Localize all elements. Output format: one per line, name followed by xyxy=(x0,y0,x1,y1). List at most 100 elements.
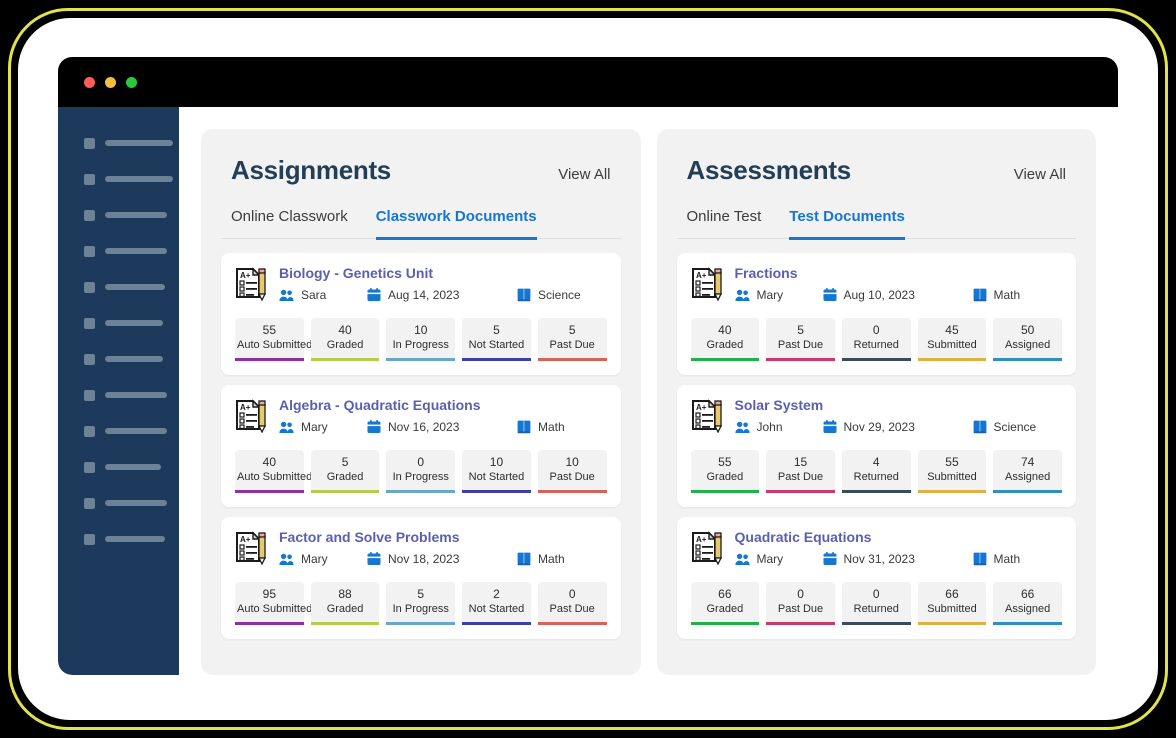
card-meta-row: Mary Nov 16, 2023 Math xyxy=(279,420,607,434)
sidebar-item-label-placeholder xyxy=(105,140,173,146)
people-icon xyxy=(279,421,294,433)
stat-value: 0 xyxy=(872,323,880,337)
svg-text:A+: A+ xyxy=(240,535,251,544)
view-all-link[interactable]: View All xyxy=(558,166,610,183)
stat-label: Submitted xyxy=(927,339,977,351)
stat-submitted: 45 Submitted xyxy=(917,318,987,361)
stat-label: Past Due xyxy=(777,339,824,351)
maximize-window-button[interactable] xyxy=(126,76,137,88)
card-header: A+ Quadratic Equations Mary Nov 31, 2023… xyxy=(691,529,1063,570)
sidebar-item-8[interactable] xyxy=(58,377,179,413)
view-all-link[interactable]: View All xyxy=(1014,166,1066,183)
sidebar-item-7[interactable] xyxy=(58,341,179,377)
sidebar-item-2[interactable] xyxy=(58,161,179,197)
tab-classwork-documents[interactable]: Classwork Documents xyxy=(375,208,537,240)
sidebar-item-5[interactable] xyxy=(58,269,179,305)
stat-value: 66 xyxy=(945,587,959,601)
stat-value: 0 xyxy=(797,587,804,601)
sidebar-item-icon xyxy=(84,353,95,365)
card-info: Biology - Genetics Unit Sara Aug 14, 202… xyxy=(279,265,607,306)
list-item[interactable]: A+ Solar System John Nov 29, 2023 Scienc… xyxy=(676,385,1076,507)
list-item[interactable]: A+ Fractions Mary Aug 10, 2023 Math 40 G… xyxy=(676,253,1076,375)
panel-assignments: Assignments View All Online Classwork Class… xyxy=(201,129,641,675)
subject-name: Math xyxy=(538,420,565,434)
card-header: A+ Biology - Genetics Unit Sara Aug 14, … xyxy=(235,265,607,306)
stat-value: 10 xyxy=(489,455,504,469)
stat-value: 0 xyxy=(872,587,880,601)
book-icon xyxy=(973,420,986,434)
stat-value: 10 xyxy=(414,323,428,337)
due-date: Nov 16, 2023 xyxy=(388,420,460,434)
stat-not-started: 2 Not Started xyxy=(462,582,531,625)
tab-online-test[interactable]: Online Test xyxy=(687,208,762,240)
stat-label: In Progress xyxy=(392,603,449,615)
tab-test-documents[interactable]: Test Documents xyxy=(789,208,905,240)
sidebar-item-11[interactable] xyxy=(58,485,179,521)
stat-label: Not Started xyxy=(468,471,525,483)
stat-row: 55 Auto Submitted 40 Graded 10 In Progre… xyxy=(235,318,607,361)
stat-in-progress: 10 In Progress xyxy=(386,318,456,361)
list-item[interactable]: A+ Algebra - Quadratic Equations Mary No… xyxy=(221,385,621,507)
due-date-meta: Nov 18, 2023 xyxy=(367,552,517,566)
stat-auto-submitted: 55 Auto Submitted xyxy=(235,318,312,361)
close-window-button[interactable] xyxy=(84,76,95,88)
stat-value: 40 xyxy=(338,323,352,337)
stat-auto-submitted: 95 Auto Submitted xyxy=(235,582,312,625)
subject-meta: Math xyxy=(517,420,565,434)
sidebar-item-icon xyxy=(84,173,95,185)
sidebar-item-icon xyxy=(84,497,95,509)
sidebar-item-1[interactable] xyxy=(58,125,179,161)
stat-value: 74 xyxy=(1020,455,1035,469)
list-item[interactable]: A+ Biology - Genetics Unit Sara Aug 14, … xyxy=(221,253,621,375)
stat-assigned: 66 Assigned xyxy=(993,582,1063,625)
sidebar-item-10[interactable] xyxy=(58,449,179,485)
stat-past-due: 0 Past Due xyxy=(537,582,607,625)
assignee-meta: Mary xyxy=(279,552,367,566)
stat-value: 5 xyxy=(417,587,425,601)
book-icon xyxy=(517,420,531,434)
assignee-meta: Mary xyxy=(734,552,823,566)
stat-auto-submitted: 40 Auto Submitted xyxy=(235,450,312,493)
stat-returned: 0 Returned xyxy=(841,582,911,625)
document-with-pencil-icon: A+ xyxy=(691,531,723,570)
subject-meta: Science xyxy=(517,288,581,302)
list-item[interactable]: A+ Quadratic Equations Mary Nov 31, 2023… xyxy=(676,517,1076,639)
stat-value: 15 xyxy=(793,455,808,469)
document-with-pencil-icon: A+ xyxy=(691,531,722,566)
due-date: Nov 29, 2023 xyxy=(843,420,915,434)
stat-assigned: 74 Assigned xyxy=(993,450,1063,493)
sidebar-item-4[interactable] xyxy=(58,233,179,269)
minimize-window-button[interactable] xyxy=(105,76,116,88)
card-header: A+ Fractions Mary Aug 10, 2023 Math xyxy=(691,265,1063,306)
sidebar-item-12[interactable] xyxy=(58,521,179,557)
stat-label: Past Due xyxy=(777,471,824,483)
stat-past-due: 5 Past Due xyxy=(766,318,835,361)
stat-value: 88 xyxy=(338,587,352,601)
document-with-pencil-icon: A+ xyxy=(236,399,267,434)
tab-online-classwork[interactable]: Online Classwork xyxy=(231,208,348,240)
stat-not-started: 10 Not Started xyxy=(462,450,531,493)
assignee-meta: Mary xyxy=(734,288,823,302)
assignee-name: John xyxy=(756,420,783,434)
stat-value: 0 xyxy=(417,455,425,469)
subject-meta: Math xyxy=(517,552,565,566)
stat-submitted: 55 Submitted xyxy=(917,450,987,493)
stat-label: Returned xyxy=(853,603,899,615)
due-date-meta: Nov 16, 2023 xyxy=(367,420,517,434)
stat-value: 40 xyxy=(718,323,732,337)
book-icon xyxy=(973,288,986,302)
sidebar-item-6[interactable] xyxy=(58,305,179,341)
list-item[interactable]: A+ Factor and Solve Problems Mary Nov 18… xyxy=(221,517,621,639)
stat-submitted: 66 Submitted xyxy=(917,582,987,625)
subject-name: Math xyxy=(538,552,565,566)
stat-row: 40 Graded 5 Past Due 0 Returned 45 Submi… xyxy=(690,318,1063,361)
stat-value: 4 xyxy=(872,455,880,469)
sidebar-item-3[interactable] xyxy=(58,197,179,233)
stat-label: Past Due xyxy=(549,603,595,615)
stat-label: Graded xyxy=(706,471,744,483)
svg-text:A+: A+ xyxy=(696,403,707,412)
stat-label: Graded xyxy=(706,339,744,351)
card-info: Factor and Solve Problems Mary Nov 18, 2… xyxy=(279,529,607,570)
stat-label: Past Due xyxy=(777,603,824,615)
sidebar-item-9[interactable] xyxy=(58,413,179,449)
